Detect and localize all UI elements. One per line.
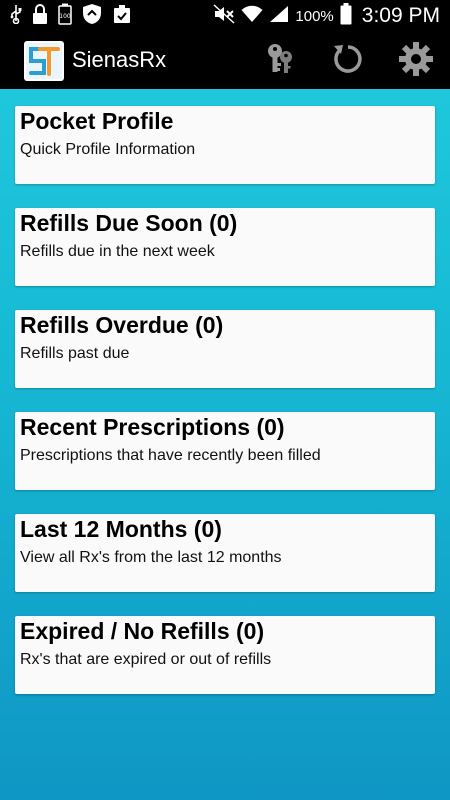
refills-due-soon-card[interactable]: Refills Due Soon (0) Refills due in the … [15,208,435,286]
status-right-icons: 100% 3:09 PM [213,2,440,30]
clock: 3:09 PM [361,4,440,27]
card-title: Pocket Profile [20,108,174,134]
app-logo[interactable] [24,41,64,81]
card-subtitle: Prescriptions that have recently been fi… [20,447,321,464]
card-subtitle: View all Rx's from the last 12 months [20,549,282,566]
wifi-icon [241,5,263,28]
status-left-icons: 100 [10,3,132,30]
refresh-button[interactable] [328,41,368,81]
card-subtitle: Quick Profile Information [20,141,196,158]
status-bar: 100 100% 3:09 PM [0,0,450,33]
settings-icon [398,41,434,82]
battery-saver-icon: 100 [58,3,72,30]
card-subtitle: Refills due in the next week [20,243,215,260]
card-subtitle: Refills past due [20,345,130,362]
card-title: Refills Overdue (0) [20,312,224,338]
settings-button[interactable] [396,41,436,81]
card-title: Expired / No Refills (0) [20,618,265,644]
app-bar: SienasRx [0,33,450,89]
keys-button[interactable] [260,41,300,81]
svg-text:100: 100 [59,13,71,20]
app-actions [260,41,436,81]
app-title: SienasRx [72,47,167,72]
mute-icon [213,3,235,29]
clipboard-check-icon [112,4,132,29]
refills-overdue-card[interactable]: Refills Overdue (0) Refills past due [15,310,435,388]
battery-percent: 100% [295,7,334,25]
card-subtitle: Rx's that are expired or out of refills [20,651,272,668]
last-12-months-card[interactable]: Last 12 Months (0) View all Rx's from th… [15,514,435,592]
recent-prescriptions-card[interactable]: Recent Prescriptions (0) Prescriptions t… [15,412,435,490]
battery-icon [340,2,352,30]
shield-icon [82,3,102,30]
card-title: Last 12 Months (0) [20,516,222,542]
usb-icon [10,4,22,29]
card-title: Recent Prescriptions (0) [20,414,285,440]
lock-icon [32,3,48,29]
pocket-profile-card[interactable]: Pocket Profile Quick Profile Information [15,106,435,184]
card-title: Refills Due Soon (0) [20,210,238,236]
keys-icon [264,42,296,81]
dashboard-list: Pocket Profile Quick Profile Information… [0,89,450,800]
refresh-icon [331,42,365,81]
signal-icon [269,5,289,28]
expired-no-refills-card[interactable]: Expired / No Refills (0) Rx's that are e… [15,616,435,694]
